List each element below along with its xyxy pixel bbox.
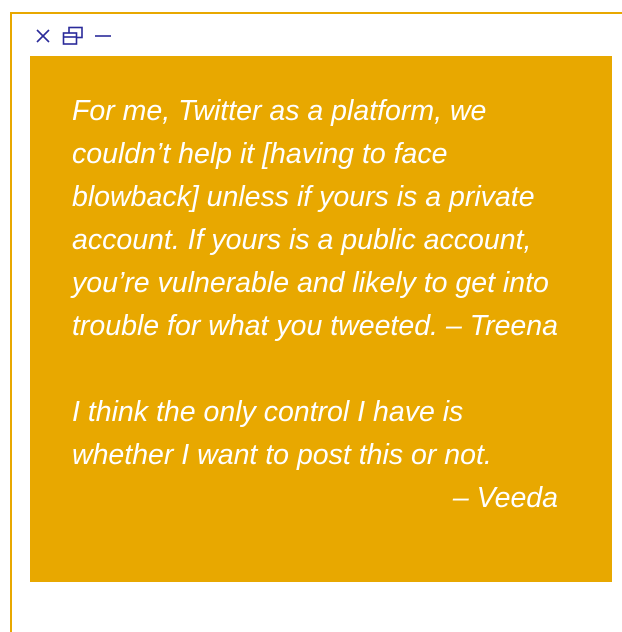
- quote-treena: For me, Twitter as a platform, we couldn…: [72, 90, 570, 348]
- restore-icon: [62, 26, 84, 46]
- quote-veeda: I think the only control I have is wheth…: [72, 391, 570, 520]
- quote-text: I think the only control I have is wheth…: [72, 396, 492, 471]
- minimize-button[interactable]: [90, 23, 116, 49]
- close-icon: [35, 28, 51, 44]
- close-button[interactable]: [30, 23, 56, 49]
- minimize-icon: [94, 28, 112, 44]
- quote-panel: For me, Twitter as a platform, we couldn…: [30, 56, 612, 582]
- quote-attribution: – Treena: [446, 310, 558, 342]
- restore-button[interactable]: [60, 23, 86, 49]
- quote-attribution: – Veeda: [452, 482, 558, 514]
- quote-text: For me, Twitter as a platform, we couldn…: [72, 95, 549, 342]
- window-titlebar: [30, 22, 116, 50]
